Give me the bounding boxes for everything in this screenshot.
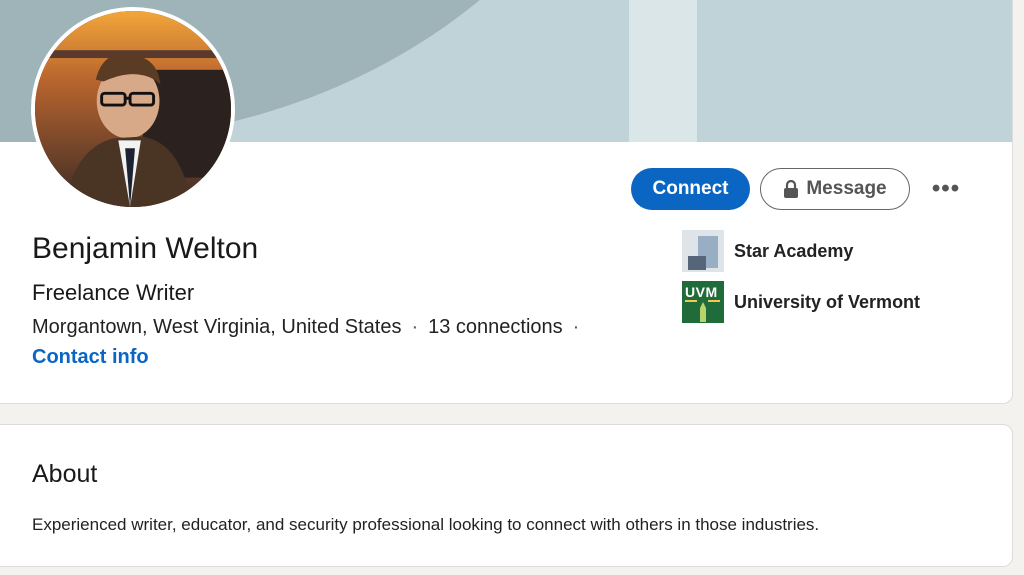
contact-info-link[interactable]: Contact info: [32, 346, 149, 369]
about-title: About: [32, 460, 98, 488]
profile-card: Connect Message ••• Benjamin Welton Free…: [0, 0, 1013, 404]
about-card: About Experienced writer, educator, and …: [0, 424, 1013, 567]
profile-location: Morgantown, West Virginia, United States: [32, 316, 402, 338]
separator-dot: ·: [411, 316, 419, 338]
org-item-star-academy[interactable]: Star Academy: [682, 230, 853, 272]
message-label: Message: [806, 178, 887, 199]
profile-avatar[interactable]: [31, 7, 235, 211]
more-actions-icon[interactable]: •••: [929, 175, 963, 203]
profile-headline: Freelance Writer: [32, 280, 195, 305]
connections-link[interactable]: 13 connections: [428, 316, 563, 338]
about-text: Experienced writer, educator, and securi…: [32, 515, 820, 534]
profile-photo-icon: [35, 11, 231, 207]
org-name: Star Academy: [734, 240, 854, 261]
uvm-logo-icon: UVM: [682, 281, 724, 323]
banner-stripe: [629, 0, 697, 142]
separator-dot: ·: [572, 316, 580, 338]
uvm-logo-text: UVM: [685, 284, 718, 300]
profile-name: Benjamin Welton: [32, 232, 259, 265]
connect-button[interactable]: Connect: [631, 168, 750, 210]
star-academy-logo-icon: [682, 230, 724, 272]
profile-location-line: Morgantown, West Virginia, United States…: [32, 316, 589, 339]
lock-icon: [784, 180, 799, 198]
message-button[interactable]: Message: [760, 168, 910, 210]
connect-label: Connect: [652, 178, 729, 199]
org-name: University of Vermont: [734, 291, 921, 312]
org-item-university-of-vermont[interactable]: UVM University of Vermont: [682, 281, 920, 323]
